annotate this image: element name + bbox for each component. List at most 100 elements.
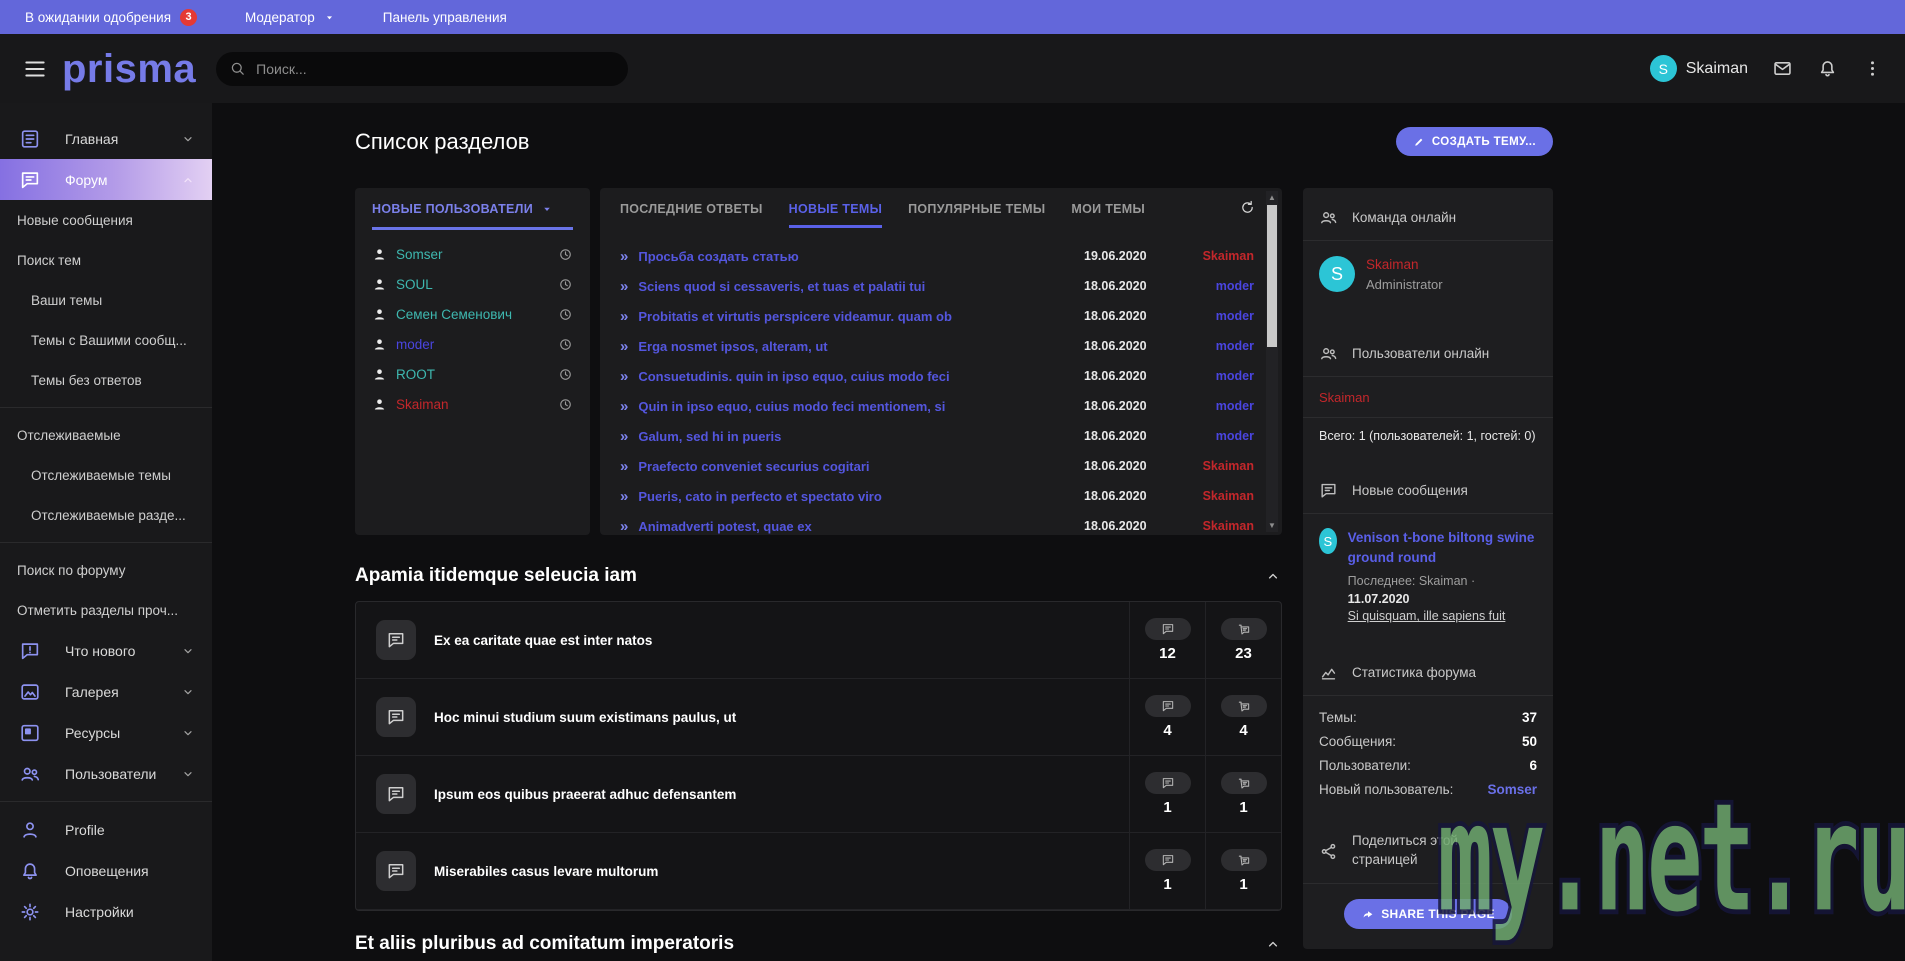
collapse-chevron-icon[interactable] [1264,567,1282,585]
sidebar-item[interactable]: Отслеживаемые [0,415,212,455]
topic-author-link[interactable]: moder [1164,369,1254,383]
topics-tab[interactable]: НОВЫЕ ТЕМЫ [789,202,882,228]
topic-author-link[interactable]: Skaiman [1164,519,1254,533]
sidebar-item[interactable]: Темы без ответов [0,360,212,400]
share-page-button[interactable]: SHARE THIS PAGE [1344,899,1512,929]
member-name-link[interactable]: Skaiman [1366,257,1419,272]
sidebar-item[interactable]: Ваши темы [0,280,212,320]
stat-value: Somser [1487,782,1537,797]
username-link[interactable]: moder [396,337,434,352]
forum-row[interactable]: Miserabiles casus levare multorum 1 1 [356,833,1281,910]
member-avatar[interactable]: S [1319,256,1355,292]
sidebar-item[interactable]: Главная [0,118,212,159]
online-user-link[interactable]: Skaiman [1303,377,1553,417]
topic-title-link[interactable]: Erga nosmet ipsos, alteram, ut [638,339,1084,354]
search-bar[interactable] [216,52,628,86]
section-title: Поделиться этой страницей [1352,832,1492,870]
topic-row[interactable]: » Quin in ipso equo, cuius modo feci men… [620,391,1254,421]
sidebar-item[interactable]: Отслеживаемые темы [0,455,212,495]
topic-title-link[interactable]: Sciens quod si cessaveris, et tuas et pa… [638,279,1084,294]
topic-row[interactable]: » Probitatis et virtutis perspicere vide… [620,301,1254,331]
forum-title-link[interactable]: Hoc minui studium suum existimans paulus… [434,710,736,725]
username-link[interactable]: Skaiman [396,397,449,412]
username-link[interactable]: Somser [396,247,443,262]
topics-tab[interactable]: ПОСЛЕДНИЕ ОТВЕТЫ [620,202,763,228]
current-user-menu[interactable]: S Skaiman [1650,55,1748,82]
sidebar-item[interactable]: Поиск тем [0,240,212,280]
topics-tab[interactable]: МОИ ТЕМЫ [1071,202,1145,228]
topic-row[interactable]: » Sciens quod si cessaveris, et tuas et … [620,271,1254,301]
sidebar-item[interactable]: Форум [0,159,212,200]
sidebar-item-label: Profile [65,822,105,838]
menu-icon[interactable] [22,56,48,82]
topic-author-link[interactable]: moder [1164,429,1254,443]
sidebar-item[interactable]: Настройки [0,891,212,932]
moderator-menu[interactable]: Модератор [245,10,335,25]
topic-author-link[interactable]: moder [1164,399,1254,413]
forum-link[interactable]: Si quisquam, ille sapiens fuit [1348,609,1506,623]
sidebar-item[interactable]: Отметить разделы проч... [0,590,212,630]
topic-title-link[interactable]: Praefecto conveniet securius cogitari [638,459,1084,474]
collapse-chevron-icon[interactable] [1264,935,1282,953]
topic-row[interactable]: » Galum, sed hi in pueris 18.06.2020 mod… [620,421,1254,451]
topic-author-link[interactable]: moder [1164,279,1254,293]
pending-approval-link[interactable]: В ожидании одобрения 3 [25,9,197,26]
scroll-down-arrow[interactable]: ▼ [1266,519,1278,532]
sidebar-item[interactable]: Ресурсы [0,712,212,753]
section-title: Новые сообщения [1352,483,1468,498]
topic-row[interactable]: » Praefecto conveniet securius cogitari … [620,451,1254,481]
username-link[interactable]: ROOT [396,367,435,382]
topic-title-link[interactable]: Galum, sed hi in pueris [638,429,1084,444]
forum-row[interactable]: Ex ea caritate quae est inter natos 12 2… [356,602,1281,679]
kebab-menu-icon[interactable] [1862,58,1883,79]
new-users-dropdown[interactable]: НОВЫЕ ПОЛЬЗОВАТЕЛИ [372,202,573,216]
sidebar-item-label: Настройки [65,904,134,920]
topic-author-link[interactable]: Skaiman [1164,459,1254,473]
bell-icon[interactable] [1817,58,1838,79]
forum-row[interactable]: Ipsum eos quibus praeerat adhuc defensan… [356,756,1281,833]
clock-icon [558,337,573,352]
sidebar-item[interactable]: Отслеживаемые разде... [0,495,212,535]
control-panel-link[interactable]: Панель управления [383,10,507,25]
sidebar-item[interactable]: Новые сообщения [0,200,212,240]
username-link[interactable]: Семен Семенович [396,307,512,322]
sidebar-item[interactable]: Галерея [0,671,212,712]
topic-row[interactable]: » Consuetudinis. quin in ipso equo, cuiu… [620,361,1254,391]
topic-title-link[interactable]: Просьба создать статью [638,249,1084,264]
forum-row[interactable]: Hoc minui studium suum existimans paulus… [356,679,1281,756]
scroll-up-arrow[interactable]: ▲ [1266,191,1278,204]
topics-tab[interactable]: ПОПУЛЯРНЫЕ ТЕМЫ [908,202,1045,228]
mail-icon[interactable] [1772,58,1793,79]
topic-author-link[interactable]: Skaiman [1164,249,1254,263]
sidebar-item[interactable]: Что нового [0,630,212,671]
scrollbar-thumb[interactable] [1267,205,1277,347]
refresh-icon[interactable] [1239,199,1256,216]
topic-title-link[interactable]: Quin in ipso equo, cuius modo feci menti… [638,399,1084,414]
topic-author-link[interactable]: Skaiman [1164,489,1254,503]
username-link[interactable]: SOUL [396,277,433,292]
topic-row[interactable]: » Pueris, cato in perfecto et spectato v… [620,481,1254,511]
topic-title-link[interactable]: Consuetudinis. quin in ipso equo, cuius … [638,369,1084,384]
forum-title-link[interactable]: Ex ea caritate quae est inter natos [434,633,652,648]
scrollbar[interactable]: ▲ ▼ [1266,191,1278,532]
topic-title-link[interactable]: Probitatis et virtutis perspicere videam… [638,309,1084,324]
sidebar-item[interactable]: Поиск по форуму [0,550,212,590]
topic-row[interactable]: » Erga nosmet ipsos, alteram, ut 18.06.2… [620,331,1254,361]
topic-author-link[interactable]: moder [1164,309,1254,323]
create-topic-button[interactable]: СОЗДАТЬ ТЕМУ... [1396,127,1553,156]
topic-author-link[interactable]: moder [1164,339,1254,353]
poster-avatar[interactable]: S [1319,528,1337,554]
topic-title-link[interactable]: Pueris, cato in perfecto et spectato vir… [638,489,1084,504]
sidebar-item[interactable]: Пользователи [0,753,212,794]
post-title-link[interactable]: Venison t-bone biltong swine ground roun… [1348,530,1535,565]
forum-title-link[interactable]: Ipsum eos quibus praeerat adhuc defensan… [434,787,736,802]
topic-row[interactable]: » Просьба создать статью 19.06.2020 Skai… [620,241,1254,271]
app-logo[interactable]: prisma [62,49,196,89]
sidebar-item[interactable]: Profile [0,809,212,850]
forum-title-link[interactable]: Miserabiles casus levare multorum [434,864,658,879]
sidebar-item[interactable]: Темы с Вашими сообщ... [0,320,212,360]
topic-title-link[interactable]: Animadverti potest, quae ex [638,519,1084,534]
sidebar-item[interactable]: Оповещения [0,850,212,891]
topic-row[interactable]: » Animadverti potest, quae ex 18.06.2020… [620,511,1254,541]
search-input[interactable] [256,61,615,77]
